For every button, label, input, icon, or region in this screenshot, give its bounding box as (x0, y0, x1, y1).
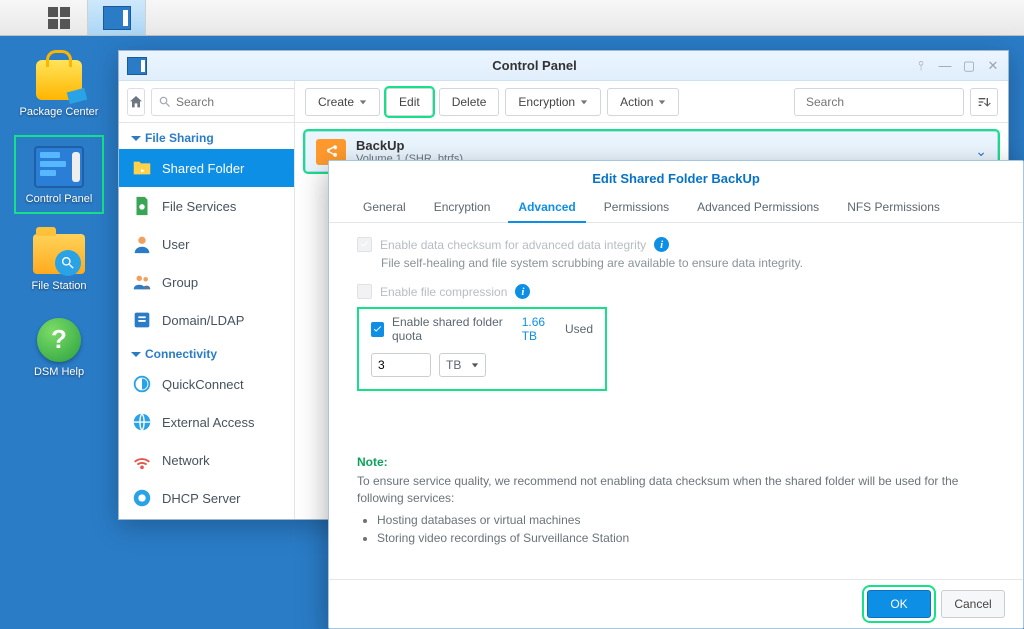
note-item: Hosting databases or virtual machines (377, 511, 995, 529)
quota-label: Enable shared folder quota (392, 315, 514, 343)
desktop-icons: Package Center Control Panel File Statio… (14, 50, 104, 385)
action-button[interactable]: Action (607, 88, 679, 116)
control-panel-icon (103, 6, 131, 30)
checksum-hint: File self-healing and file system scrubb… (381, 256, 995, 270)
quota-unit-select[interactable]: TB (439, 353, 486, 377)
encryption-button[interactable]: Encryption (505, 88, 601, 116)
note-section: Note: To ensure service quality, we reco… (357, 455, 995, 547)
folder-name: BackUp (356, 138, 463, 153)
sidebar-item-external-access[interactable]: External Access (119, 403, 294, 441)
sidebar-item-quickconnect[interactable]: QuickConnect (119, 365, 294, 403)
shared-folder-icon (131, 157, 153, 179)
quota-used-value: 1.66 TB (522, 315, 557, 343)
minimize-icon[interactable]: — (938, 59, 952, 73)
bag-icon (36, 60, 82, 100)
sort-icon (976, 94, 992, 110)
window-title: Control Panel (155, 58, 914, 73)
maximize-icon[interactable]: ▢ (962, 59, 976, 73)
quota-section: Enable shared folder quota 1.66 TB Used … (357, 307, 607, 391)
desktop-label: Package Center (20, 106, 99, 119)
sidebar-section-file-sharing[interactable]: File Sharing (119, 123, 294, 149)
dhcp-icon (131, 487, 153, 509)
window-titlebar[interactable]: Control Panel ⫯ — ▢ ✕ (119, 51, 1008, 81)
sidebar-item-dhcp[interactable]: DHCP Server (119, 479, 294, 517)
note-title: Note: (357, 455, 995, 469)
caret-down-icon (658, 98, 666, 106)
home-icon (128, 94, 144, 110)
sidebar-item-user[interactable]: User (119, 225, 294, 263)
sort-button[interactable] (970, 88, 998, 116)
sidebar-item-domain-ldap[interactable]: Domain/LDAP (119, 301, 294, 339)
caret-down-icon (471, 361, 479, 369)
desktop-label: Control Panel (26, 193, 93, 206)
toolbar: Create Edit Delete Encryption Action (295, 81, 1008, 123)
dialog-body: Enable data checksum for advanced data i… (329, 223, 1023, 579)
sidebar-search-input[interactable] (176, 95, 295, 109)
control-panel-icon (34, 146, 84, 188)
caret-down-icon (359, 98, 367, 106)
file-services-icon (131, 195, 153, 217)
sidebar-item-network[interactable]: Network (119, 441, 294, 479)
network-icon (131, 449, 153, 471)
home-button[interactable] (127, 88, 145, 116)
sidebar-item-group[interactable]: Group (119, 263, 294, 301)
domain-icon (131, 309, 153, 331)
checksum-label: Enable data checksum for advanced data i… (380, 238, 646, 252)
create-button[interactable]: Create (305, 88, 380, 116)
taskbar-control-panel-button[interactable] (88, 0, 146, 35)
control-panel-icon (127, 57, 147, 75)
quota-value-input[interactable] (371, 353, 431, 377)
pin-icon[interactable]: ⫯ (914, 59, 928, 73)
search-icon (158, 95, 172, 109)
dialog-footer: OK Cancel (329, 579, 1023, 628)
chevron-down-icon[interactable]: ⌄ (975, 143, 987, 160)
desktop-label: File Station (31, 280, 86, 293)
desktop-dsm-help[interactable]: ? DSM Help (14, 310, 104, 385)
taskbar (0, 0, 1024, 36)
tab-general[interactable]: General (349, 192, 420, 222)
globe-icon (131, 411, 153, 433)
folder-icon (33, 234, 85, 274)
compression-label: Enable file compression (380, 285, 507, 299)
close-icon[interactable]: ✕ (986, 59, 1000, 73)
quickconnect-icon (131, 373, 153, 395)
tab-permissions[interactable]: Permissions (590, 192, 683, 222)
dialog-title: Edit Shared Folder BackUp (329, 161, 1023, 192)
checkbox-file-compression (357, 284, 372, 299)
tab-advanced-permissions[interactable]: Advanced Permissions (683, 192, 833, 222)
edit-shared-folder-dialog: Edit Shared Folder BackUp General Encryp… (328, 160, 1024, 629)
edit-button[interactable]: Edit (386, 88, 433, 116)
tab-nfs-permissions[interactable]: NFS Permissions (833, 192, 954, 222)
sidebar-item-shared-folder[interactable]: Shared Folder (119, 149, 294, 187)
checkbox-data-checksum (357, 237, 372, 252)
tab-encryption[interactable]: Encryption (420, 192, 505, 222)
filter-input[interactable] (806, 95, 961, 109)
note-item: Storing video recordings of Surveillance… (377, 529, 995, 547)
note-text: To ensure service quality, we recommend … (357, 473, 995, 507)
ok-button[interactable]: OK (867, 590, 931, 618)
info-icon[interactable]: i (515, 284, 530, 299)
help-icon: ? (37, 318, 81, 362)
info-icon[interactable]: i (654, 237, 669, 252)
group-icon (131, 271, 153, 293)
taskbar-apps-button[interactable] (30, 0, 88, 35)
tab-advanced[interactable]: Advanced (504, 192, 589, 222)
desktop-label: DSM Help (34, 366, 84, 379)
sidebar: File Sharing Shared Folder File Services… (119, 81, 295, 519)
user-icon (131, 233, 153, 255)
caret-down-icon (580, 98, 588, 106)
filter-search[interactable] (794, 88, 964, 116)
cancel-button[interactable]: Cancel (941, 590, 1005, 618)
quota-used-suffix: Used (565, 322, 593, 336)
dialog-tabs: General Encryption Advanced Permissions … (329, 192, 1023, 223)
sidebar-section-connectivity[interactable]: Connectivity (119, 339, 294, 365)
desktop-package-center[interactable]: Package Center (14, 50, 104, 125)
checkbox-quota[interactable] (371, 322, 384, 337)
desktop-file-station[interactable]: File Station (14, 224, 104, 299)
delete-button[interactable]: Delete (439, 88, 500, 116)
sidebar-search[interactable] (151, 88, 295, 116)
sidebar-item-file-services[interactable]: File Services (119, 187, 294, 225)
desktop-control-panel[interactable]: Control Panel (14, 135, 104, 214)
